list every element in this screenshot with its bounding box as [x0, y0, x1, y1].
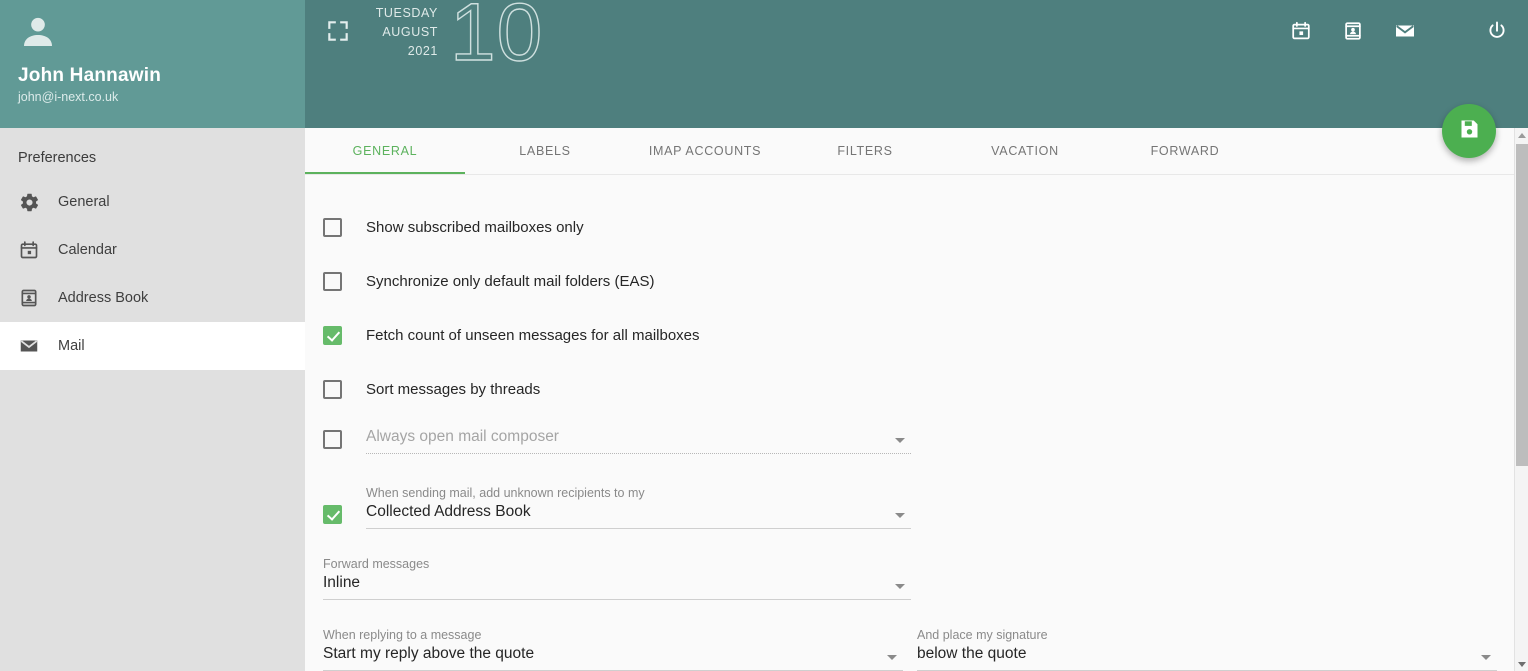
sidebar-item-calendar[interactable]: Calendar — [0, 226, 305, 274]
sidebar-item-label: Calendar — [58, 242, 117, 258]
setting-label: Fetch count of unseen messages for all m… — [366, 326, 700, 344]
top-header: TUESDAY AUGUST 2021 10 — [305, 0, 1528, 128]
save-icon — [1457, 117, 1481, 146]
tab-general[interactable]: GENERAL — [305, 128, 465, 174]
save-button[interactable] — [1442, 104, 1496, 158]
checkbox[interactable] — [323, 379, 342, 399]
setting-signature-placement: And place my signature below the quote — [917, 628, 1497, 671]
setting-label: Sort messages by threads — [366, 380, 541, 398]
settings-panel: Show subscribed mailboxes only Synchroni… — [305, 175, 1514, 671]
tab-filters[interactable]: FILTERS — [785, 128, 945, 174]
person-icon — [18, 12, 305, 57]
profile-header: John Hannawin john@i-next.co.uk — [0, 0, 305, 128]
setting-fetch-unseen-count[interactable]: Fetch count of unseen messages for all m… — [305, 308, 1514, 362]
calendar-icon — [16, 237, 42, 263]
setting-label: Show subscribed mailboxes only — [366, 218, 584, 236]
profile-name: John Hannawin — [18, 65, 161, 86]
forward-messages-select[interactable]: Inline — [323, 574, 911, 600]
checkbox[interactable] — [323, 217, 342, 237]
header-month: AUGUST — [382, 25, 438, 39]
sidebar-item-label: Address Book — [58, 290, 149, 306]
field-caption: When replying to a message — [323, 628, 482, 642]
header-year: 2021 — [407, 44, 438, 58]
setting-unknown-recipients: When sending mail, add unknown recipient… — [305, 486, 1514, 529]
chevron-down-icon[interactable] — [895, 438, 905, 443]
preferences-section-title: Preferences — [18, 150, 97, 166]
tab-bar: GENERAL LABELS IMAP ACCOUNTS FILTERS VAC… — [305, 128, 1528, 175]
mail-icon — [1393, 19, 1417, 48]
setting-always-open-composer: Always open mail composer — [305, 428, 1514, 454]
reply-mode-select[interactable]: Start my reply above the quote — [323, 645, 903, 671]
unknown-recipients-select[interactable]: Collected Address Book — [366, 503, 911, 529]
setting-label: Synchronize only default mail folders (E… — [366, 272, 655, 290]
field-caption: Forward messages — [323, 557, 430, 571]
gear-icon — [16, 189, 42, 215]
setting-forward-messages: Forward messages Inline — [305, 557, 1514, 600]
setting-sort-by-threads[interactable]: Sort messages by threads — [305, 362, 1514, 416]
chevron-up-icon — [1518, 132, 1526, 138]
scrollbar-thumb[interactable] — [1516, 144, 1528, 466]
fullscreen-icon[interactable] — [325, 18, 353, 46]
address-book-icon — [1342, 20, 1364, 47]
setting-show-subscribed-mailboxes[interactable]: Show subscribed mailboxes only — [305, 200, 1514, 254]
power-icon — [1485, 19, 1509, 48]
logout-button[interactable] — [1480, 16, 1514, 50]
sidebar-item-label: Mail — [58, 338, 85, 354]
mail-button[interactable] — [1388, 16, 1422, 50]
reply-settings-row: When replying to a message Start my repl… — [305, 628, 1514, 671]
address-book-icon — [16, 285, 42, 311]
calendar-icon — [1290, 20, 1312, 47]
field-caption: And place my signature — [917, 628, 1048, 642]
sidebar-item-general[interactable]: General — [0, 178, 305, 226]
chevron-down-icon[interactable] — [887, 655, 897, 660]
tab-vacation[interactable]: VACATION — [945, 128, 1105, 174]
checkbox[interactable] — [323, 505, 342, 524]
checkbox[interactable] — [323, 325, 342, 345]
scroll-up-button[interactable] — [1515, 128, 1528, 142]
profile-email: john@i-next.co.uk — [18, 90, 119, 104]
vertical-scrollbar[interactable] — [1514, 128, 1528, 671]
scroll-down-button[interactable] — [1515, 657, 1528, 671]
setting-reply-mode: When replying to a message Start my repl… — [323, 628, 903, 671]
calendar-button[interactable] — [1284, 16, 1318, 50]
sidebar-nav: General Calendar Address Book Mail — [0, 178, 305, 370]
composer-select[interactable]: Always open mail composer — [366, 428, 911, 454]
header-day-number: 10 — [449, 0, 544, 79]
tab-forward[interactable]: FORWARD — [1105, 128, 1265, 174]
header-weekday: TUESDAY — [375, 6, 438, 20]
header-date: TUESDAY AUGUST 2021 — [360, 4, 438, 61]
chevron-down-icon[interactable] — [895, 513, 905, 518]
setting-sync-default-folders[interactable]: Synchronize only default mail folders (E… — [305, 254, 1514, 308]
tab-imap-accounts[interactable]: IMAP ACCOUNTS — [625, 128, 785, 174]
sidebar-item-mail[interactable]: Mail — [0, 322, 305, 370]
chevron-down-icon — [1518, 661, 1526, 667]
header-actions — [1266, 16, 1528, 50]
address-book-button[interactable] — [1336, 16, 1370, 50]
checkbox[interactable] — [323, 430, 342, 449]
checkbox[interactable] — [323, 271, 342, 291]
field-caption: When sending mail, add unknown recipient… — [366, 486, 645, 500]
chevron-down-icon[interactable] — [895, 584, 905, 589]
mail-icon — [16, 333, 42, 359]
signature-placement-select[interactable]: below the quote — [917, 645, 1497, 671]
sidebar-item-label: General — [58, 194, 110, 210]
sidebar-item-address-book[interactable]: Address Book — [0, 274, 305, 322]
chevron-down-icon[interactable] — [1481, 655, 1491, 660]
sidebar: John Hannawin john@i-next.co.uk Preferen… — [0, 0, 305, 671]
tab-labels[interactable]: LABELS — [465, 128, 625, 174]
